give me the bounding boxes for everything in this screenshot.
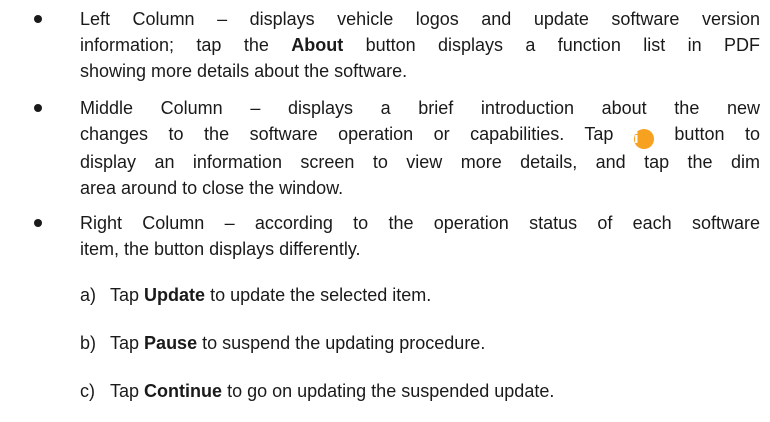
info-icon: i [633,129,654,149]
text-fragment: Tap [110,381,140,401]
text-line: area around to close the window. [80,178,344,198]
text-line: showing more details about the software. [80,61,408,81]
about-button-name: About [291,35,344,55]
text-line: changes to the software operation or cap… [80,121,760,149]
bullet-dot [34,219,42,227]
bullet-right-column-text: Right Column – according to the operatio… [80,210,760,262]
text-line: Middle Column – displays a brief introdu… [80,98,760,118]
text-line: item, the button displays differently. [80,239,361,259]
text-fragment: changes to the software operation or cap… [80,124,614,144]
text-fragment: to suspend the updating procedure. [202,333,486,353]
text-line: display an information screen to view mo… [80,152,760,172]
text-line: information; tap the About button displa… [80,32,760,58]
bullet-left-column-text: Left Column – displays vehicle logos and… [80,6,760,84]
sub-item-continue: c) Tap Continue to go on updating the sus… [80,378,760,404]
text-fragment: to go on updating the suspended update. [227,381,555,401]
bullet-dot [34,104,42,112]
text-fragment: to update the selected item. [210,285,432,305]
text-fragment: button displays a function list in PDF [365,35,760,55]
sub-item-marker: b) [80,333,97,353]
sub-item-pause: b) Tap Pause to suspend the updating proc… [80,330,760,356]
text-fragment: Tap [110,333,140,353]
text-line: Left Column – displays vehicle logos and… [80,9,760,29]
sub-item-update: a) Tap Update to update the selected item… [80,282,760,308]
continue-button-name: Continue [144,381,223,401]
pause-button-name: Pause [144,333,198,353]
sub-item-marker: a) [80,285,97,305]
text-line: Right Column – according to the operatio… [80,213,760,233]
text-fragment: Tap [110,285,140,305]
sub-item-marker: c) [80,381,95,401]
text-fragment: information; tap the [80,35,269,55]
bullet-dot [34,15,42,23]
manual-page: Left Column – displays vehicle logos and… [0,0,770,422]
bullet-middle-column-text: Middle Column – displays a brief introdu… [80,95,760,201]
text-fragment: button to [674,124,760,144]
update-button-name: Update [144,285,206,305]
